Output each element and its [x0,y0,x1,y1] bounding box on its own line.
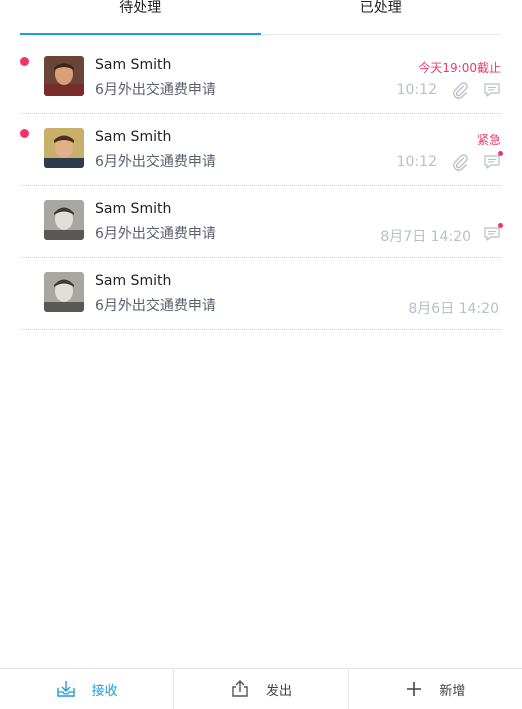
nav-receive[interactable]: 接收 [0,669,175,709]
tab-pending[interactable]: 待处理 [20,0,261,35]
nav-receive-label: 接收 [91,683,118,699]
unread-dot [20,129,29,138]
comment-icon[interactable] [483,81,501,99]
item-subject: 6月外出交通费申请 [95,226,216,242]
list-item[interactable]: Sam Smith 6月外出交通费申请 8月7日 14:20 [20,186,503,258]
item-subject: 6月外出交通费申请 [95,154,216,170]
item-subject: 6月外出交通费申请 [95,82,216,98]
sender-name: Sam Smith [95,129,172,145]
share-upload-icon [230,679,250,699]
tab-bar: 待处理 已处理 [20,0,501,35]
inbox-download-icon [56,679,76,699]
avatar[interactable] [44,56,84,96]
avatar[interactable] [44,128,84,168]
item-time: 8月6日 14:20 [408,301,499,317]
nav-send-label: 发出 [265,683,292,699]
nav-new-label: 新增 [439,683,466,699]
list-item[interactable]: Sam Smith 6月外出交通费申请 8月6日 14:20 [20,258,501,330]
avatar[interactable] [44,200,84,240]
list-item[interactable]: Sam Smith 6月外出交通费申请 紧急 10:12 [20,114,503,186]
item-time: 10:12 [396,154,437,170]
attachment-icon[interactable] [451,153,469,171]
attachment-icon[interactable] [451,81,469,99]
unread-dot [20,57,29,66]
plus-icon [405,680,423,698]
bottom-nav: 接收 发出 新增 [0,668,522,709]
tab-processed[interactable]: 已处理 [261,0,502,34]
list-item[interactable]: Sam Smith 6月外出交通费申请 今天19:00截止 10:12 [20,42,501,114]
approval-list: Sam Smith 6月外出交通费申请 今天19:00截止 10:12 Sam … [20,42,503,330]
sender-name: Sam Smith [95,273,172,289]
sender-name: Sam Smith [95,57,172,73]
nav-send[interactable]: 发出 [174,669,349,709]
comment-icon[interactable] [483,151,503,171]
comment-badge [498,223,503,228]
item-subject: 6月外出交通费申请 [95,298,216,314]
item-time: 10:12 [396,82,437,98]
comment-icon[interactable] [483,223,503,243]
nav-new[interactable]: 新增 [349,669,522,709]
urgent-tag: 紧急 [476,133,501,147]
deadline-tag: 今天19:00截止 [418,61,501,75]
comment-badge [498,151,503,156]
sender-name: Sam Smith [95,201,172,217]
avatar[interactable] [44,272,84,312]
item-time: 8月7日 14:20 [380,229,471,245]
